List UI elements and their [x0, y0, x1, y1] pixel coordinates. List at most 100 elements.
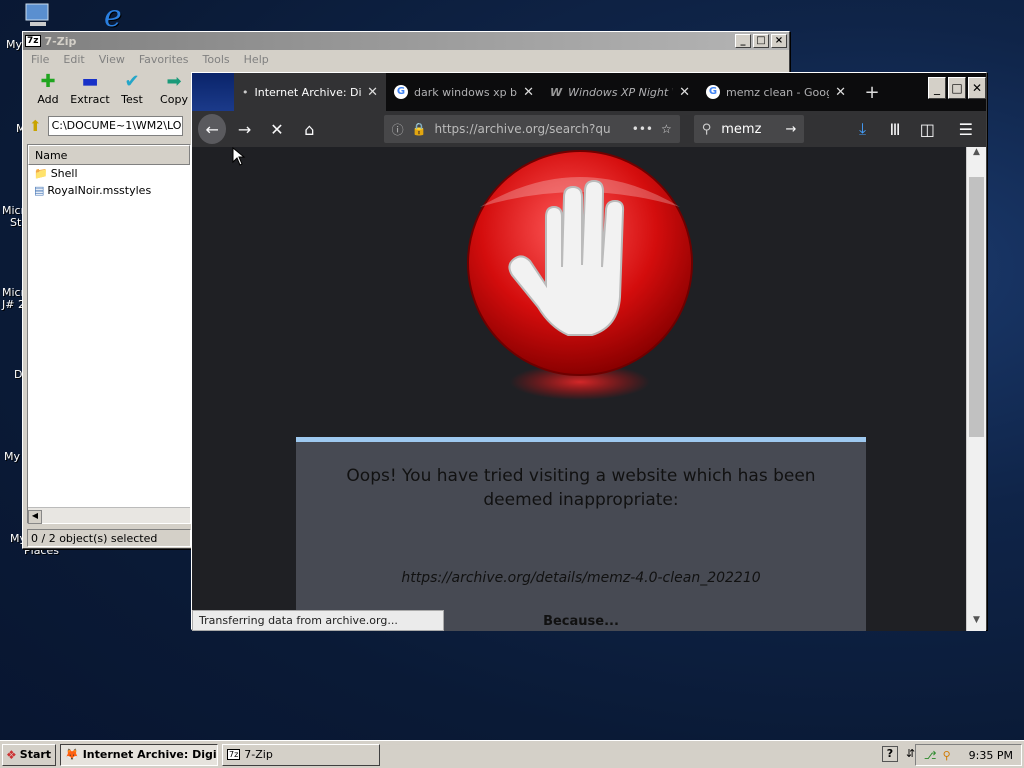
navigation-toolbar: ← → ✕ ⌂ ⓘ 🔒 https://archive.org/search?q… — [192, 111, 986, 147]
item-name: RoyalNoir.msstyles — [47, 184, 152, 197]
scroll-down-icon[interactable]: ▼ — [967, 615, 986, 631]
wikipedia-icon: W — [550, 85, 563, 99]
tab-label: Windows XP Night W — [568, 85, 674, 99]
search-go-icon[interactable]: → — [785, 122, 796, 137]
mouse-cursor-icon — [232, 147, 246, 166]
desktop-icon-label: My — [6, 38, 23, 51]
search-icon: ⚲ — [701, 121, 712, 137]
page-actions-icon[interactable]: ••• — [632, 122, 653, 136]
desktop-icon-ie[interactable]: e — [100, 0, 134, 34]
scroll-up-icon[interactable]: ▲ — [967, 147, 986, 163]
tab-memz-clean[interactable]: G memz clean - Googl ✕ — [698, 73, 854, 111]
scroll-thumb[interactable] — [969, 177, 984, 437]
stop-hand-icon — [467, 150, 693, 400]
system-tray: ⎇ ⚲ 9:35 PM — [914, 744, 1022, 766]
7zip-titlebar[interactable]: 7z 7-Zip _ □ × — [23, 32, 789, 50]
search-input[interactable]: memz — [721, 122, 775, 137]
copy-button[interactable]: ➡ Copy — [153, 71, 195, 109]
info-icon[interactable]: ⓘ — [392, 121, 404, 138]
tab-label: dark windows xp ba — [414, 85, 518, 99]
taskbar-item-7zip[interactable]: 7z 7-Zip — [222, 743, 380, 766]
ie-icon: e — [104, 0, 122, 34]
7zip-app-icon: 7z — [25, 35, 41, 47]
google-icon: G — [706, 85, 720, 99]
tab-close-icon[interactable]: ✕ — [523, 85, 534, 100]
tab-windows-xp-night[interactable]: W Windows XP Night W ✕ — [542, 73, 698, 111]
tab-close-icon[interactable]: ✕ — [367, 85, 378, 100]
menu-favorites[interactable]: Favorites — [139, 53, 189, 66]
test-button[interactable]: ✔ Test — [111, 71, 153, 109]
browser-icon: 🦊 — [65, 748, 79, 761]
menu-file[interactable]: File — [31, 53, 49, 66]
minimize-button[interactable]: _ — [928, 77, 946, 99]
url-input[interactable]: https://archive.org/search?qu — [435, 122, 624, 136]
back-button[interactable]: ← — [198, 114, 227, 144]
close-button[interactable]: × — [771, 34, 787, 48]
scroll-left-icon[interactable]: ◀ — [28, 510, 42, 524]
computer-icon — [25, 3, 49, 26]
search-bar[interactable]: ⚲ memz → — [693, 115, 805, 143]
tab-dark-windows[interactable]: G dark windows xp ba ✕ — [386, 73, 542, 111]
blocked-url: https://archive.org/details/memz-4.0-cle… — [401, 570, 761, 586]
close-button[interactable]: ✕ — [968, 77, 986, 99]
column-header-name[interactable]: Name — [28, 145, 190, 165]
minimize-button[interactable]: _ — [735, 34, 751, 48]
menu-view[interactable]: View — [99, 53, 125, 66]
stop-button[interactable]: ✕ — [263, 114, 291, 144]
clock[interactable]: 9:35 PM — [969, 749, 1013, 762]
loading-dot-icon: • — [242, 85, 249, 99]
check-icon: ✔ — [124, 71, 140, 92]
page-content: Oops! You have tried visiting a website … — [192, 147, 968, 631]
minus-icon: ▬ — [81, 71, 99, 92]
library-icon[interactable]: Ⅲ — [881, 114, 909, 144]
tray-toggle-icon[interactable]: ⇵ — [906, 747, 915, 760]
status-panel: Transferring data from archive.org... — [192, 610, 444, 631]
file-list[interactable]: Name 📁 Shell ▤ RoyalNoir.msstyles ◀ — [27, 144, 191, 524]
folder-icon: 📁 — [34, 167, 48, 180]
menu-icon[interactable]: ☰ — [952, 114, 980, 144]
path-input[interactable]: C:\DOCUME~1\WM2\LO — [47, 116, 183, 136]
forward-button[interactable]: → — [230, 114, 258, 144]
tab-label: memz clean - Googl — [726, 85, 830, 99]
menu-edit[interactable]: Edit — [63, 53, 84, 66]
bookmark-star-icon[interactable]: ☆ — [661, 122, 672, 136]
list-item[interactable]: ▤ RoyalNoir.msstyles — [28, 182, 190, 199]
taskbar-item-firefox[interactable]: 🦊 Internet Archive: Digi... — [60, 743, 218, 766]
up-folder-icon[interactable]: ⬆ — [29, 117, 42, 135]
task-label: Internet Archive: Digi... — [82, 748, 218, 761]
help-icon[interactable]: ? — [882, 746, 898, 762]
menu-tools[interactable]: Tools — [203, 53, 230, 66]
sidebar-icon[interactable]: ◫ — [913, 114, 941, 144]
extract-button[interactable]: ▬ Extract — [69, 71, 111, 109]
desktop-icon-my-computer[interactable] — [22, 2, 56, 30]
tab-internet-archive[interactable]: • Internet Archive: Di ✕ — [234, 73, 386, 111]
new-tab-button[interactable]: + — [854, 73, 890, 111]
plus-icon: ✚ — [40, 71, 56, 92]
windows-flag-icon: ❖ — [6, 747, 17, 762]
lock-icon: 🔒 — [411, 122, 427, 136]
start-button[interactable]: ❖ Start — [2, 743, 56, 766]
tab-label: Internet Archive: Di — [254, 85, 362, 99]
downloads-button[interactable]: ⤓ — [848, 114, 876, 144]
network-icon[interactable]: ⎇ — [924, 749, 937, 762]
url-bar[interactable]: ⓘ 🔒 https://archive.org/search?qu ••• ☆ — [383, 115, 680, 143]
google-icon: G — [394, 85, 408, 99]
tab-close-icon[interactable]: ✕ — [835, 85, 846, 100]
menu-help[interactable]: Help — [244, 53, 269, 66]
start-label: Start — [19, 748, 52, 761]
window-title: 7-Zip — [44, 34, 77, 48]
add-button[interactable]: ✚ Add — [27, 71, 69, 109]
vertical-scrollbar[interactable]: ▲ ▼ — [966, 147, 986, 631]
list-item[interactable]: 📁 Shell — [28, 165, 190, 182]
home-button[interactable]: ⌂ — [295, 114, 323, 144]
maximize-button[interactable]: □ — [753, 34, 769, 48]
search-tray-icon[interactable]: ⚲ — [943, 749, 951, 762]
horizontal-scrollbar[interactable]: ◀ — [28, 507, 190, 524]
status-bar: 0 / 2 object(s) selected — [27, 529, 191, 547]
arrow-right-icon: ➡ — [166, 71, 182, 92]
tab-close-icon[interactable]: ✕ — [679, 85, 690, 100]
maximize-button[interactable]: □ — [948, 77, 966, 99]
titlebar-drag-area[interactable] — [192, 73, 234, 111]
add-label: Add — [37, 93, 59, 106]
svg-text:e: e — [104, 0, 122, 30]
